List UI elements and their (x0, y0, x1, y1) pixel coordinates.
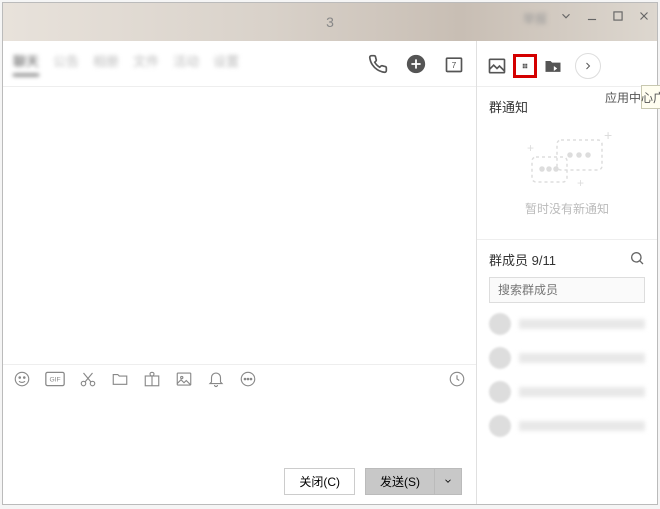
titlebar: 3 举报 (3, 3, 657, 41)
cut-icon[interactable] (79, 370, 97, 393)
send-bar: 关闭(C) 发送(S) (3, 458, 476, 504)
group-notice-section: 群通知 + + + 暂时没有新通知 (477, 87, 657, 240)
main-toolbar: 聊天 公告 相册 文件 活动 设置 7 (3, 41, 476, 87)
close-button[interactable]: 关闭(C) (284, 468, 355, 495)
tab-album[interactable]: 相册 (93, 51, 119, 76)
chat-panel: 聊天 公告 相册 文件 活动 设置 7 GIF (3, 41, 477, 504)
send-dropdown[interactable] (435, 468, 462, 495)
gift-icon[interactable] (143, 370, 161, 393)
more-icon[interactable] (239, 370, 257, 393)
chevron-down-icon[interactable] (559, 9, 573, 28)
search-icon[interactable] (629, 250, 645, 269)
svg-text:+: + (577, 176, 584, 190)
add-icon[interactable] (404, 52, 428, 76)
list-item[interactable] (489, 415, 645, 437)
send-button[interactable]: 发送(S) (365, 468, 435, 495)
gif-icon[interactable]: GIF (45, 371, 65, 392)
list-item[interactable] (489, 313, 645, 335)
avatar (489, 313, 511, 335)
avatar (489, 381, 511, 403)
member-name (519, 421, 645, 431)
member-name (519, 353, 645, 363)
avatar (489, 415, 511, 437)
window-title: 3 (326, 14, 334, 30)
tab-chat[interactable]: 聊天 (13, 51, 39, 76)
notice-empty: + + + 暂时没有新通知 (489, 124, 645, 229)
emoji-icon[interactable] (13, 370, 31, 393)
tab-activity[interactable]: 活动 (173, 51, 199, 76)
svg-text:GIF: GIF (49, 377, 60, 384)
tab-files[interactable]: 文件 (133, 51, 159, 76)
app-center-icon[interactable] (513, 54, 537, 78)
list-item[interactable] (489, 381, 645, 403)
report-link[interactable]: 举报 (523, 10, 547, 27)
list-item[interactable] (489, 347, 645, 369)
history-icon[interactable] (448, 370, 466, 393)
members-title: 群成员 9/11 (489, 250, 556, 269)
maximize-icon[interactable] (611, 9, 625, 28)
close-icon[interactable] (637, 9, 651, 28)
chat-window: 3 举报 聊天 公告 相册 文件 活动 设置 (2, 2, 658, 505)
member-search-input[interactable] (489, 277, 645, 303)
tab-notice[interactable]: 公告 (53, 51, 79, 76)
member-name (519, 387, 645, 397)
image-icon[interactable] (175, 370, 193, 393)
svg-text:7: 7 (452, 60, 457, 70)
tooltip: 应用中心广场页面 (641, 85, 660, 109)
file-folder-icon[interactable] (541, 54, 565, 78)
members-section: 群成员 9/11 (477, 240, 657, 447)
side-panel: 应用中心广场页面 群通知 + + + 暂时没有新通知 (477, 41, 657, 504)
bell-icon[interactable] (207, 370, 225, 393)
photo-icon[interactable] (485, 54, 509, 78)
tab-settings[interactable]: 设置 (213, 51, 239, 76)
send-button-group: 发送(S) (365, 468, 462, 495)
input-toolbar: GIF (3, 364, 476, 398)
call-icon[interactable] (366, 52, 390, 76)
minimize-icon[interactable] (585, 9, 599, 28)
side-toolbar: 应用中心广场页面 (477, 45, 657, 87)
member-name (519, 319, 645, 329)
folder-icon[interactable] (111, 370, 129, 393)
window-controls: 举报 (523, 9, 651, 28)
avatar (489, 347, 511, 369)
message-area (3, 87, 476, 364)
member-list (489, 313, 645, 437)
notice-empty-text: 暂时没有新通知 (489, 200, 645, 217)
calendar-icon[interactable]: 7 (442, 52, 466, 76)
chevron-right-icon[interactable] (575, 53, 601, 79)
tab-bar: 聊天 公告 相册 文件 活动 设置 (13, 51, 239, 76)
text-input[interactable] (3, 398, 476, 458)
svg-text:+: + (527, 141, 534, 155)
svg-text:+: + (604, 132, 612, 143)
